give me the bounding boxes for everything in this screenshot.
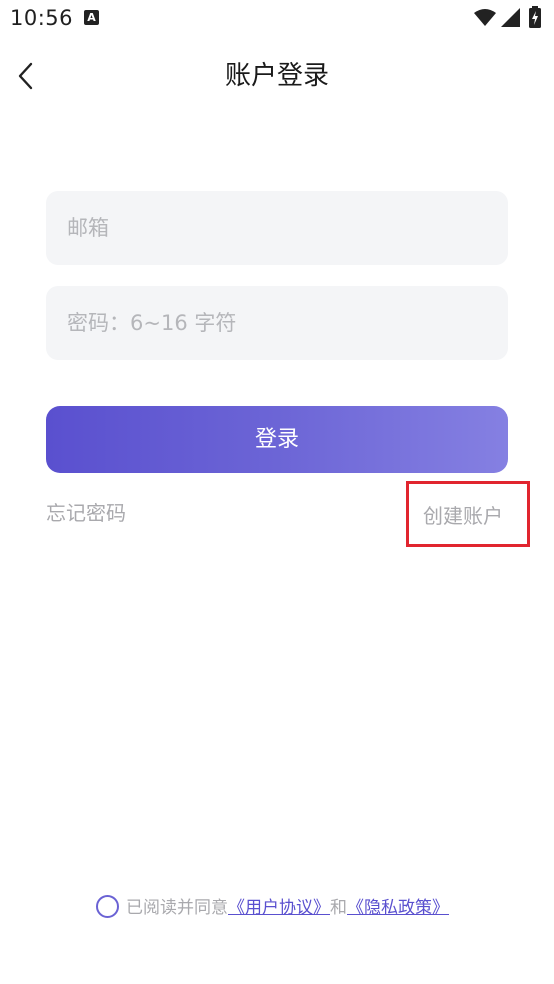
signal-icon xyxy=(501,8,520,27)
email-field[interactable] xyxy=(46,191,508,265)
status-bar: 10:56 A xyxy=(0,0,554,38)
email-field-container xyxy=(46,191,508,265)
password-field[interactable] xyxy=(46,286,508,360)
privacy-policy-link[interactable]: 《隐私政策》 xyxy=(347,898,449,918)
battery-icon xyxy=(529,6,541,28)
wifi-icon xyxy=(474,9,496,26)
agreement-row: 已阅读并同意《用户协议》和《隐私政策》 xyxy=(96,894,449,921)
status-time: 10:56 xyxy=(10,6,74,30)
agree-and-text: 和 xyxy=(330,898,347,918)
page-title: 账户登录 xyxy=(224,61,329,91)
forgot-password-link[interactable]: 忘记密码 xyxy=(46,497,126,526)
agree-text: 已阅读并同意 xyxy=(126,898,228,918)
agree-checkbox[interactable] xyxy=(96,894,119,918)
password-field-container xyxy=(46,286,508,360)
login-button[interactable]: 登录 xyxy=(46,406,508,473)
header: 账户登录 xyxy=(0,50,554,104)
create-account-label: 创建账户 xyxy=(423,504,503,528)
a-icon: A xyxy=(84,10,99,25)
user-agreement-link[interactable]: 《用户协议》 xyxy=(228,898,330,918)
create-account-link[interactable]: 创建账户 xyxy=(406,481,530,547)
